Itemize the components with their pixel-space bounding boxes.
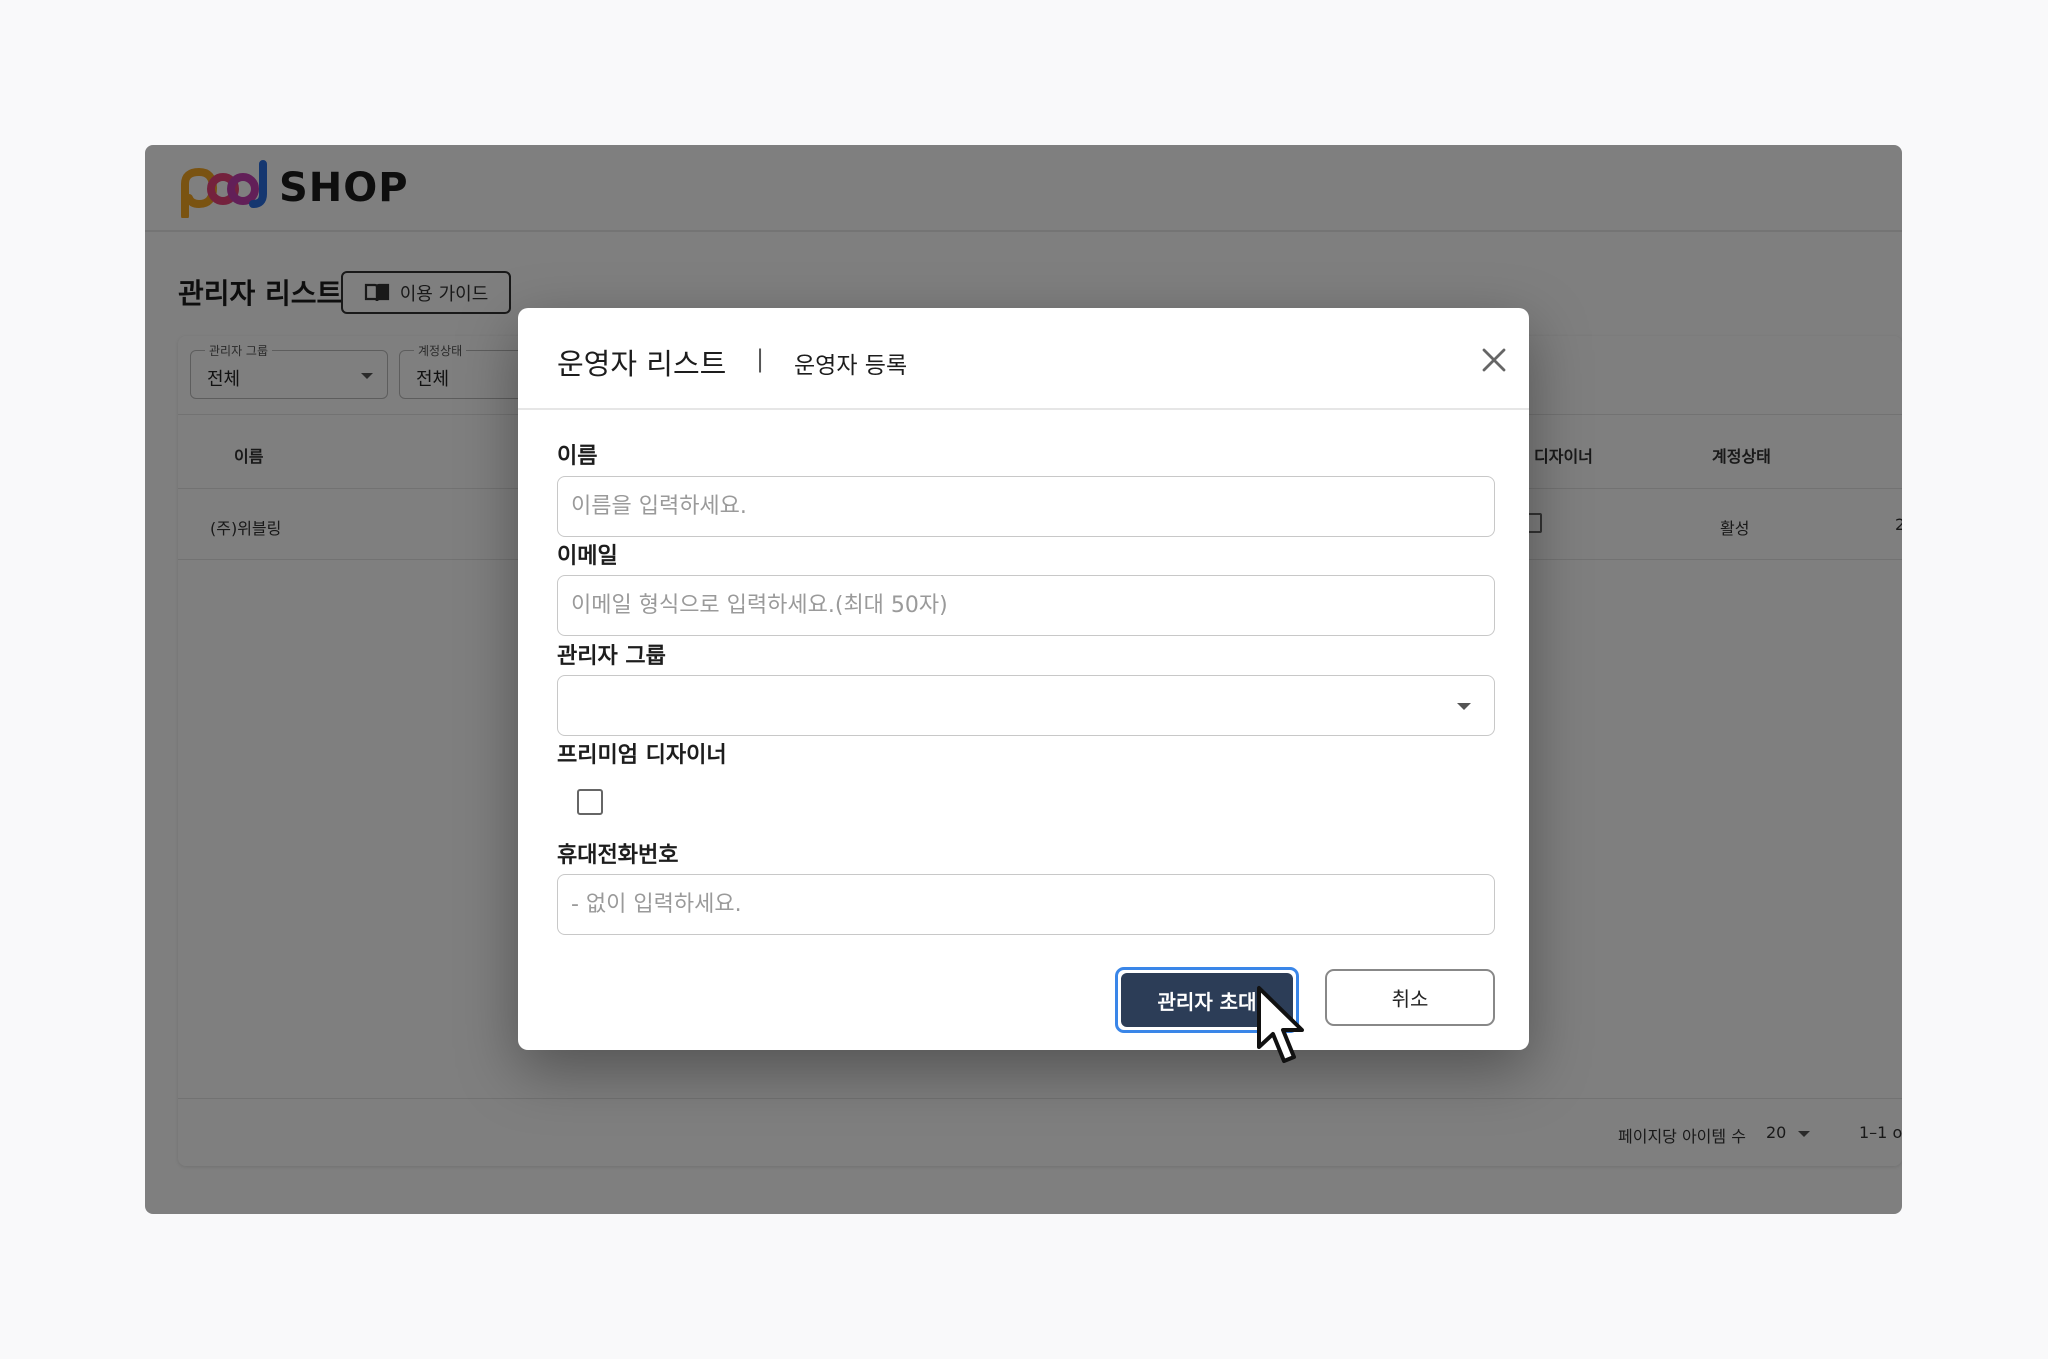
mouse-pointer-icon — [1257, 986, 1304, 1063]
close-icon[interactable] — [1480, 346, 1508, 374]
name-label: 이름 — [557, 444, 598, 469]
email-label: 이메일 — [557, 544, 618, 569]
name-input[interactable] — [557, 476, 1495, 537]
phone-input[interactable] — [557, 874, 1495, 935]
premium-designer-checkbox[interactable] — [577, 789, 603, 815]
dialog-header: 운영자 리스트 | 운영자 등록 — [518, 308, 1529, 410]
admin-group-select[interactable] — [557, 675, 1495, 736]
register-operator-dialog: 운영자 리스트 | 운영자 등록 이름 이메일 관리자 그룹 프리미엄 디자이너… — [518, 308, 1529, 1050]
premium-designer-label: 프리미엄 디자이너 — [557, 743, 727, 768]
chevron-down-icon[interactable] — [1457, 703, 1471, 710]
email-input[interactable] — [557, 575, 1495, 636]
admin-group-label: 관리자 그룹 — [557, 644, 666, 669]
phone-label: 휴대전화번호 — [557, 843, 679, 868]
cancel-button[interactable]: 취소 — [1325, 969, 1495, 1026]
dialog-title: 운영자 리스트 — [557, 347, 727, 381]
dialog-subtitle: 운영자 등록 — [794, 353, 908, 379]
title-separator: | — [756, 345, 765, 373]
